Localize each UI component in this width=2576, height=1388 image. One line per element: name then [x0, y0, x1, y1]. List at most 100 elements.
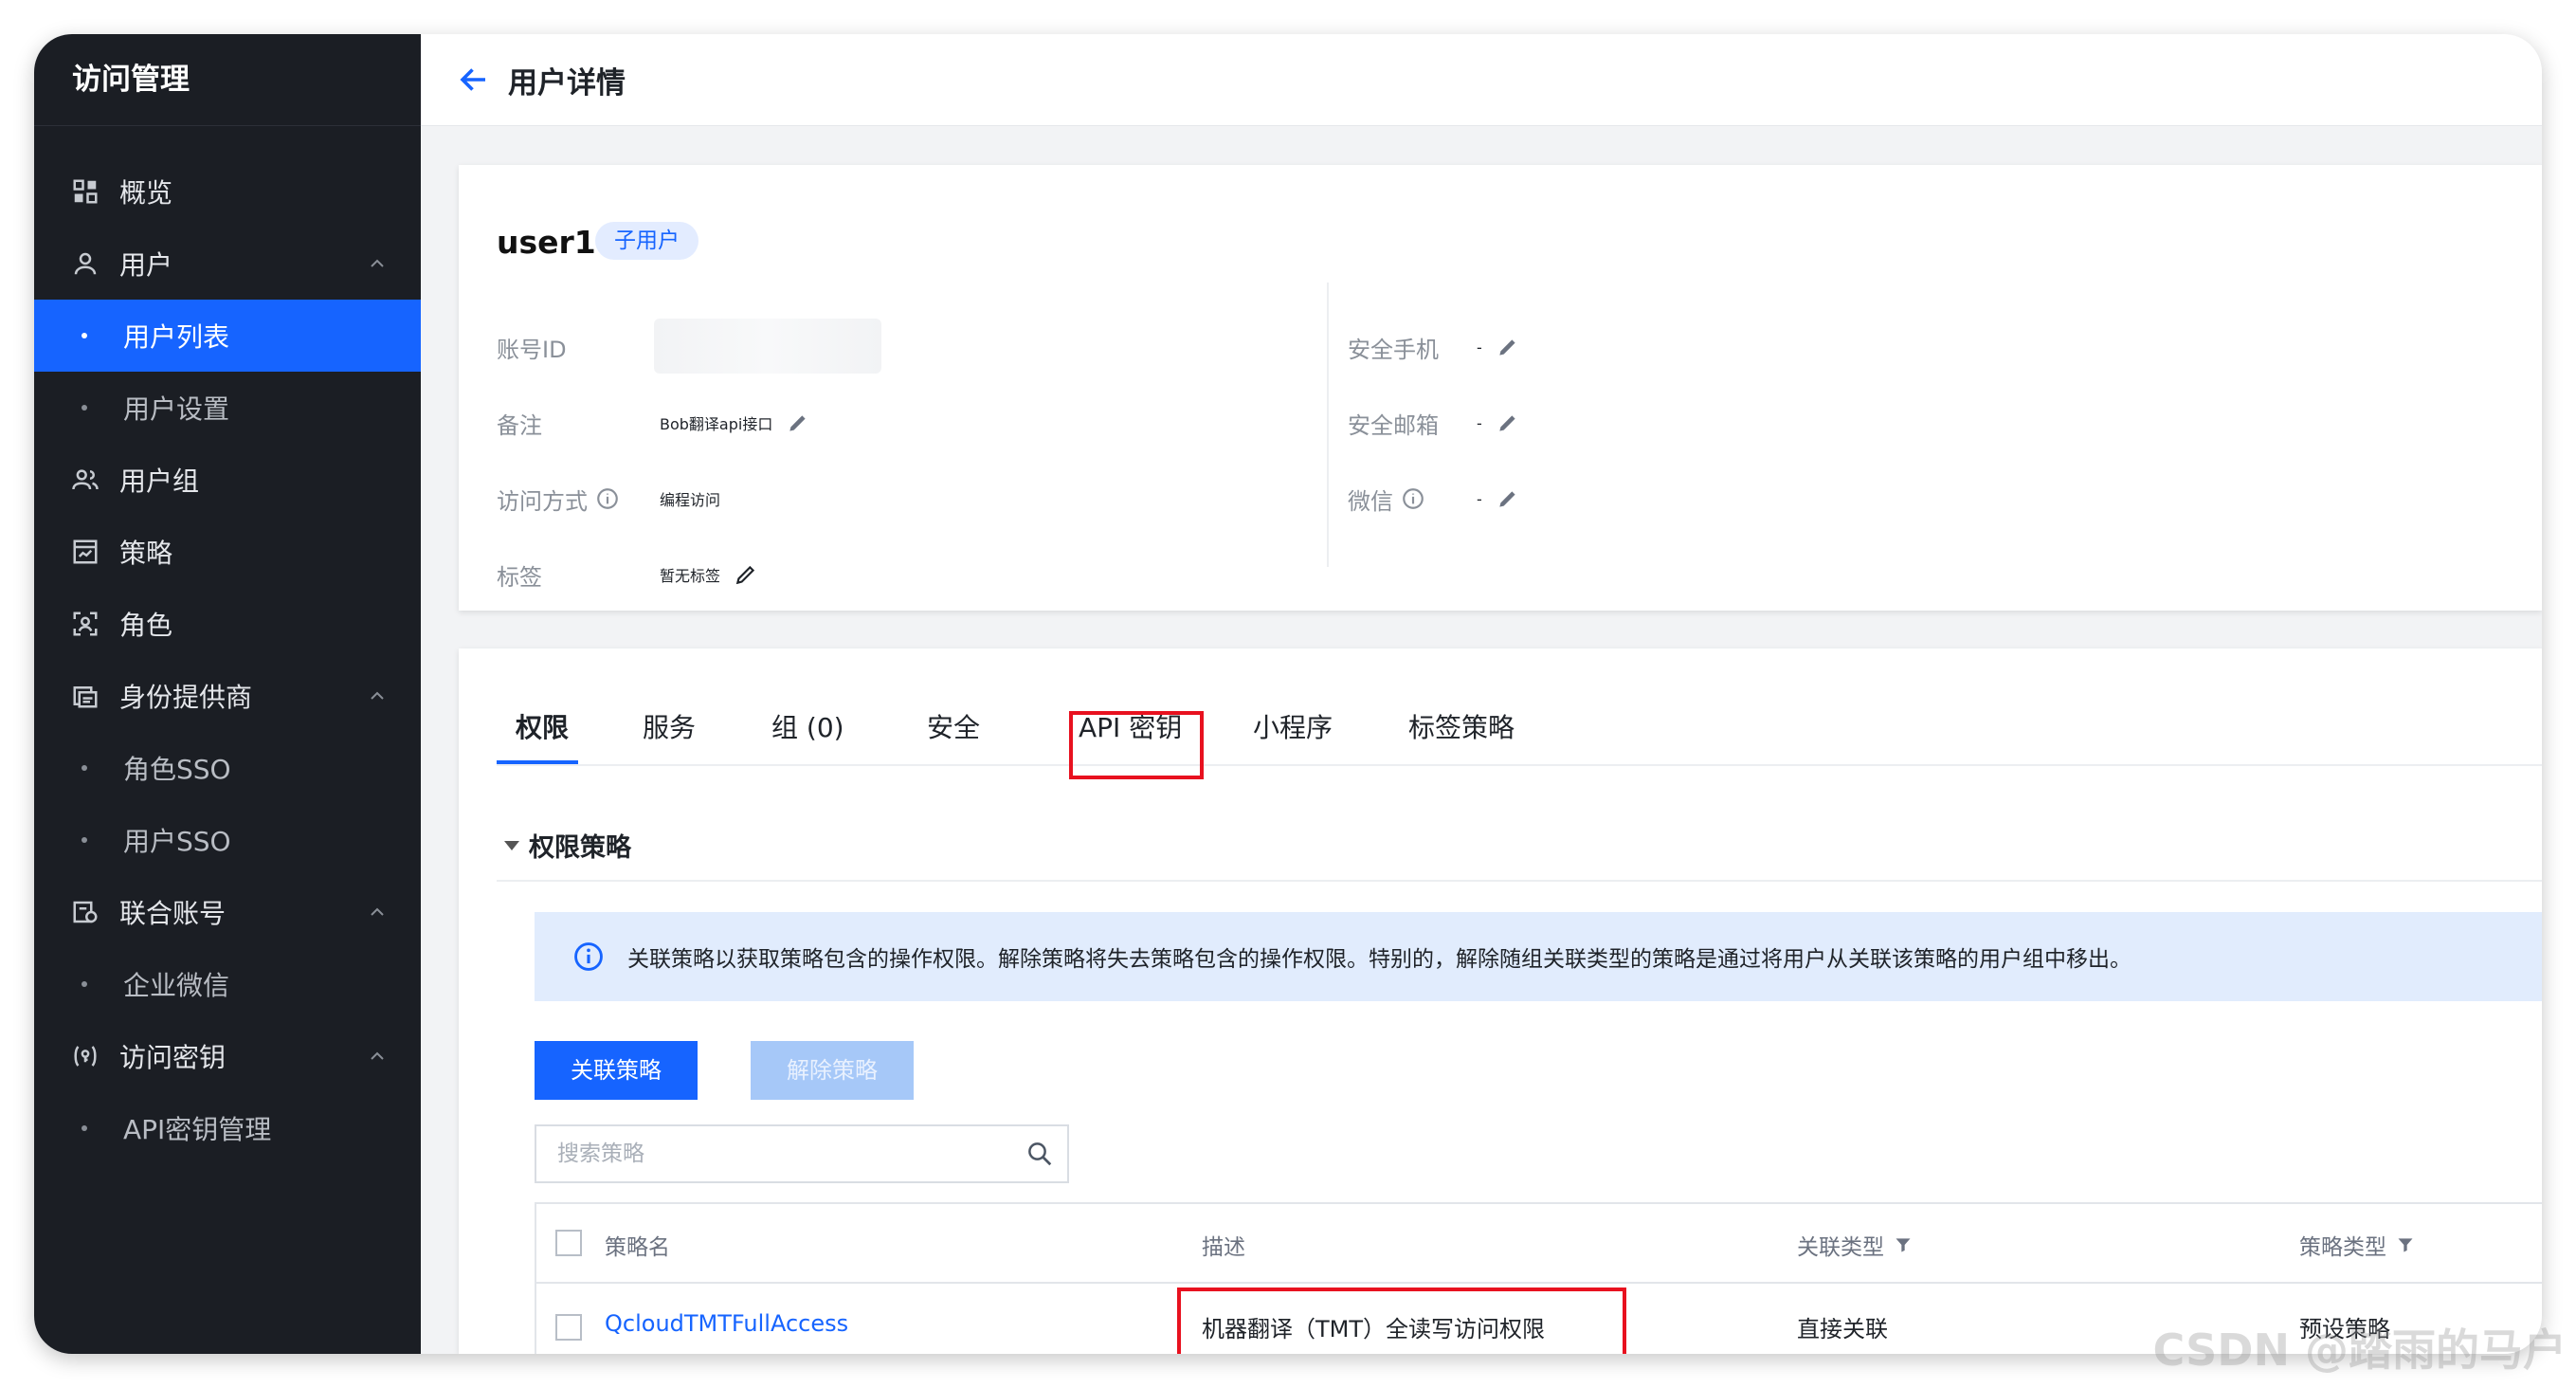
edit-icon[interactable] [786, 411, 810, 435]
sidebar-item-label: 用户SSO [123, 826, 231, 857]
sidebar-item-label: 概览 [119, 177, 173, 209]
account-id-row: 账号ID [497, 328, 567, 366]
remark-label: 备注 [497, 411, 542, 439]
wechat-label-text: 微信 [1348, 487, 1393, 515]
detach-policy-button[interactable]: 解除策略 [751, 1041, 914, 1100]
sidebar-item-api-key-mgmt[interactable]: API密钥管理 [34, 1092, 421, 1164]
filter-icon[interactable] [2396, 1235, 2415, 1254]
col-assoc-type[interactable]: 关联类型 [1797, 1229, 1913, 1261]
select-all-checkbox[interactable] [555, 1230, 582, 1256]
search-icon[interactable] [1025, 1140, 1054, 1168]
wechat-row: 微信 [1348, 480, 1425, 518]
sidebar-item-label: 身份提供商 [119, 682, 253, 713]
email-row: 安全邮箱 [1348, 404, 1439, 442]
email-label: 安全邮箱 [1348, 411, 1439, 439]
app-window: 访问管理 概览 用户 用户列表 用户设置 用户组 策略 角色 身份提供商 角色S… [34, 34, 2542, 1354]
edit-icon[interactable] [1496, 335, 1520, 359]
info-circle-icon[interactable] [1401, 486, 1425, 511]
tab-permission[interactable]: 权限 [516, 707, 569, 745]
role-icon [70, 609, 100, 639]
key-icon [70, 1041, 100, 1071]
remark-value-wrap: Bob翻译api接口 [660, 404, 810, 442]
chevron-up-icon [371, 907, 384, 916]
chevron-up-icon [371, 691, 384, 700]
tab-service[interactable]: 服务 [643, 707, 696, 745]
tab-mini-program[interactable]: 小程序 [1253, 707, 1333, 745]
col-policy-name: 策略名 [605, 1235, 670, 1260]
policy-icon [70, 537, 100, 567]
tab-security[interactable]: 安全 [927, 707, 980, 745]
info-icon [574, 942, 603, 971]
email-value-wrap: - [1477, 404, 1520, 442]
sidebar-menu: 概览 用户 用户列表 用户设置 用户组 策略 角色 身份提供商 角色SSO 用户… [34, 155, 421, 1164]
sidebar-item-label: 用户 [119, 249, 173, 281]
sidebar: 访问管理 概览 用户 用户列表 用户设置 用户组 策略 角色 身份提供商 角色S… [34, 34, 421, 1354]
edit-icon[interactable] [1496, 486, 1520, 511]
sidebar-item-role-sso[interactable]: 角色SSO [34, 732, 421, 804]
chevron-up-icon [371, 259, 384, 267]
sidebar-item-idp[interactable]: 身份提供商 [34, 660, 421, 732]
bullet-icon [82, 837, 87, 843]
sidebar-item-access-key[interactable]: 访问密钥 [34, 1020, 421, 1092]
col-policy-type-label: 策略类型 [2299, 1235, 2386, 1260]
sidebar-item-overview[interactable]: 概览 [34, 155, 421, 228]
tag-value: 暂无标签 [660, 567, 721, 585]
edit-icon[interactable] [1496, 411, 1520, 435]
sidebar-item-label: API密钥管理 [123, 1114, 272, 1145]
col-policy-type[interactable]: 策略类型 [2299, 1229, 2415, 1261]
sidebar-item-policy[interactable]: 策略 [34, 516, 421, 588]
user-icon [70, 248, 100, 279]
sidebar-item-user-settings[interactable]: 用户设置 [34, 372, 421, 444]
idp-icon [70, 681, 100, 711]
active-tab-indicator [497, 760, 578, 764]
edit-outline-icon[interactable] [734, 562, 758, 587]
watermark: CSDN @踏雨的马户 [2152, 1324, 2567, 1376]
sidebar-item-user[interactable]: 用户 [34, 228, 421, 300]
sidebar-item-label: 角色SSO [123, 754, 231, 785]
col-assoc-type-label: 关联类型 [1797, 1235, 1884, 1260]
user-info-card: user1 子用户 账号ID 备注 Bob翻译api接口 访问方式 编程访问 标… [459, 165, 2542, 611]
sidebar-item-user-sso[interactable]: 用户SSO [34, 804, 421, 876]
remark-row: 备注 [497, 404, 542, 442]
users-icon [70, 465, 100, 495]
sidebar-item-label: 访问密钥 [119, 1042, 227, 1073]
highlight-box [1177, 1288, 1626, 1354]
policy-assoc-type: 直接关联 [1797, 1316, 1888, 1342]
col-description: 描述 [1202, 1235, 1245, 1260]
filter-icon[interactable] [1894, 1235, 1913, 1254]
bullet-icon [82, 765, 87, 771]
sidebar-item-wecom[interactable]: 企业微信 [34, 948, 421, 1020]
attach-policy-button[interactable]: 关联策略 [535, 1041, 698, 1100]
wechat-value: - [1477, 489, 1482, 508]
account-id-label: 账号ID [497, 336, 567, 363]
search-input[interactable] [555, 1141, 1005, 1167]
sidebar-item-label: 用户列表 [123, 321, 230, 353]
back-arrow-icon[interactable] [457, 63, 491, 97]
tag-value-wrap: 暂无标签 [660, 556, 758, 594]
sidebar-item-user-group[interactable]: 用户组 [34, 444, 421, 516]
username: user1 [497, 224, 596, 261]
policy-name-link[interactable]: QcloudTMTFullAccess [605, 1310, 848, 1337]
wechat-value-wrap: - [1477, 480, 1520, 518]
row-checkbox[interactable] [555, 1314, 582, 1341]
info-circle-icon[interactable] [595, 486, 620, 511]
tab-group[interactable]: 组 (0) [771, 707, 844, 745]
sidebar-item-label: 策略 [119, 538, 173, 569]
sidebar-item-role[interactable]: 角色 [34, 588, 421, 660]
access-label-text: 访问方式 [497, 487, 588, 515]
wechat-label: 微信 [1348, 483, 1425, 516]
grid-icon [70, 176, 100, 207]
phone-row: 安全手机 [1348, 328, 1439, 366]
sidebar-item-federated[interactable]: 联合账号 [34, 876, 421, 948]
tab-bar: 权限 服务 组 (0) 安全 API 密钥 小程序 标签策略 [497, 686, 2542, 766]
tag-label: 标签 [497, 563, 542, 591]
federated-account-icon [70, 897, 100, 927]
phone-value-wrap: - [1477, 328, 1520, 366]
user-type-badge: 子用户 [595, 222, 698, 260]
sidebar-item-user-list[interactable]: 用户列表 [34, 300, 421, 372]
access-value: 编程访问 [660, 491, 721, 509]
tab-tag-policy[interactable]: 标签策略 [1408, 707, 1515, 745]
permission-section-title[interactable]: 权限策略 [504, 827, 631, 864]
notice-text: 关联策略以获取策略包含的操作权限。解除策略将失去策略包含的操作权限。特别的，解除… [627, 947, 2132, 972]
phone-label: 安全手机 [1348, 336, 1439, 363]
